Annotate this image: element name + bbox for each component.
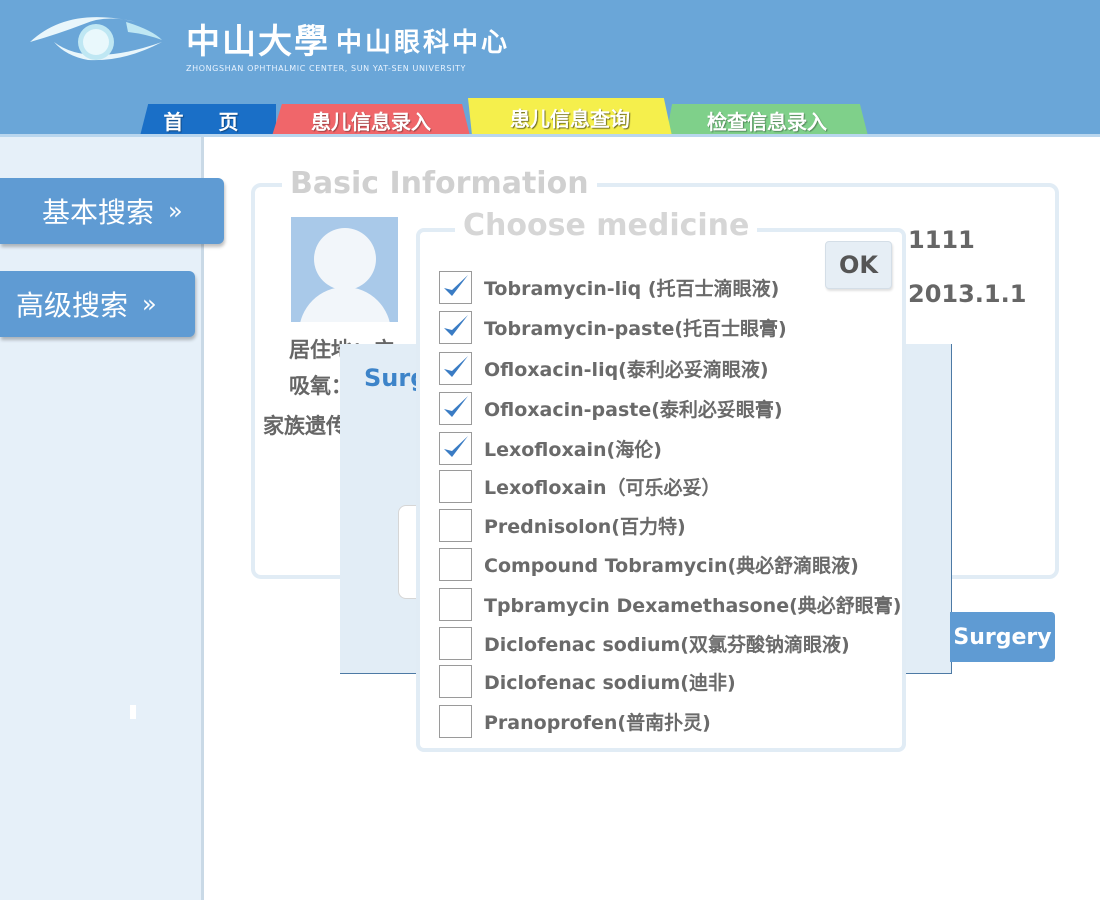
medicine-checkbox[interactable] — [439, 469, 472, 503]
medicine-label: Diclofenac sodium(迪非) — [484, 671, 736, 694]
medicine-option[interactable]: Diclofenac sodium(双氯芬酸钠滴眼液) — [439, 626, 850, 660]
medicine-checkbox[interactable] — [439, 508, 472, 542]
medicine-label: Ofloxacin-liq(泰利必妥滴眼液) — [484, 358, 769, 381]
medicine-checkbox[interactable] — [439, 664, 472, 698]
medicine-label: Ofloxacin-paste(泰利必妥眼膏) — [484, 398, 783, 421]
medicine-label: Diclofenac sodium(双氯芬酸钠滴眼液) — [484, 633, 850, 656]
tab-home[interactable]: 首 页 — [140, 104, 276, 136]
medicine-label: Prednisolon(百力特) — [484, 515, 686, 538]
family-history-label: 家族遗传 — [263, 414, 347, 438]
medicine-option[interactable]: Lexofloxain(海伦) — [439, 431, 662, 465]
medicine-label: Tobramycin-paste(托百士眼膏) — [484, 317, 787, 340]
checkmark-icon — [444, 395, 468, 417]
choose-medicine-legend: Choose medicine — [455, 208, 758, 243]
sidebar-item-advanced-search[interactable]: 高级搜索 » — [0, 271, 195, 337]
medicine-checkbox[interactable] — [439, 391, 472, 425]
eye-logo-icon — [30, 17, 162, 61]
sidebar-item-label: 高级搜索 — [16, 289, 129, 322]
date-value: 2013.1.1 — [908, 280, 1027, 308]
tab-patient-query[interactable]: 患儿信息查询 — [468, 98, 672, 136]
checkmark-icon — [444, 274, 468, 296]
medicine-checkbox[interactable] — [439, 587, 472, 621]
medicine-label: Lexofloxain(海伦) — [484, 438, 662, 461]
medicine-option[interactable]: Prednisolon(百力特) — [439, 508, 686, 542]
medicine-checkbox[interactable] — [439, 704, 472, 738]
basic-info-legend: Basic Information — [282, 166, 597, 201]
avatar-body-shape — [299, 287, 391, 322]
brand-university-name: 中山大學 — [186, 22, 330, 62]
medicine-label: Pranoprofen(普南扑灵) — [484, 711, 711, 734]
ok-button[interactable]: OK — [825, 241, 892, 289]
medicine-checkbox[interactable] — [439, 351, 472, 385]
medicine-option[interactable]: Pranoprofen(普南扑灵) — [439, 704, 711, 738]
surgery-button[interactable]: Surgery — [950, 612, 1055, 662]
brand-center-name: 中山眼科中心 — [336, 28, 511, 58]
medicine-label: Lexofloxain（可乐必妥） — [484, 476, 721, 499]
medicine-checkbox[interactable] — [439, 626, 472, 660]
sidebar — [0, 137, 204, 900]
medicine-label: Tobramycin-liq (托百士滴眼液) — [484, 277, 780, 300]
app-header: 中山大學 中山眼科中心 ZHONGSHAN OPHTHALMIC CENTER,… — [0, 0, 1100, 136]
medicine-checkbox[interactable] — [439, 310, 472, 344]
checkmark-icon — [444, 435, 468, 457]
medicine-checkbox[interactable] — [439, 547, 472, 581]
medicine-checkbox[interactable] — [439, 270, 472, 304]
medicine-option[interactable]: Compound Tobramycin(典必舒滴眼液) — [439, 547, 859, 581]
avatar-head-shape — [314, 228, 376, 290]
medicine-label: Tpbramycin Dexamethasone(典必舒眼膏) — [484, 594, 902, 617]
medicine-checkbox[interactable] — [439, 431, 472, 465]
medicine-option[interactable]: Ofloxacin-liq(泰利必妥滴眼液) — [439, 351, 769, 385]
tab-patient-entry[interactable]: 患儿信息录入 — [272, 104, 470, 136]
medicine-option[interactable]: Tpbramycin Dexamethasone(典必舒眼膏) — [439, 587, 901, 621]
chevron-right-icon: » — [168, 197, 183, 225]
medicine-option[interactable]: Ofloxacin-paste(泰利必妥眼膏) — [439, 391, 783, 425]
avatar — [291, 217, 398, 322]
medicine-option[interactable]: Tobramycin-paste(托百士眼膏) — [439, 310, 787, 344]
checkmark-icon — [444, 355, 468, 377]
sidebar-item-label: 基本搜索 — [42, 196, 155, 229]
tab-exam-entry[interactable]: 检查信息录入 — [666, 104, 868, 136]
checkmark-icon — [444, 314, 468, 336]
patient-id-value: 1111 — [908, 226, 975, 254]
medicine-option[interactable]: Lexofloxain（可乐必妥） — [439, 469, 721, 503]
sidebar-marker — [130, 705, 136, 719]
medicine-label: Compound Tobramycin(典必舒滴眼液) — [484, 554, 859, 577]
medicine-option[interactable]: Diclofenac sodium(迪非) — [439, 664, 736, 698]
sidebar-item-basic-search[interactable]: 基本搜索 » — [0, 178, 224, 244]
medicine-option[interactable]: Tobramycin-liq (托百士滴眼液) — [439, 270, 779, 304]
brand-english-name: ZHONGSHAN OPHTHALMIC CENTER, SUN YAT-SEN… — [186, 64, 467, 73]
chevron-right-icon: » — [142, 290, 157, 318]
